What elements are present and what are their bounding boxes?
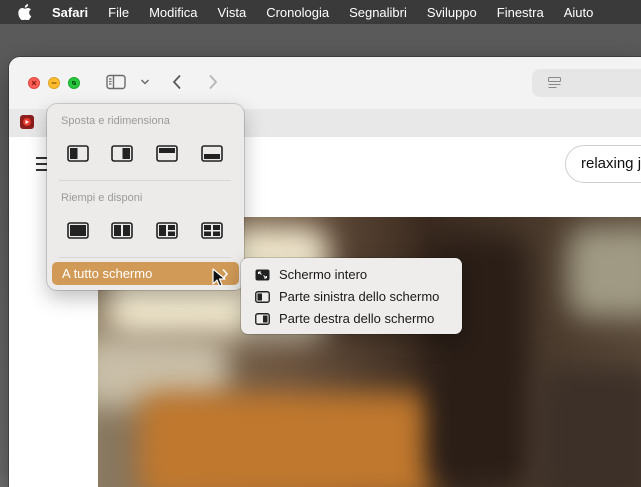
menu-sviluppo[interactable]: Sviluppo: [427, 5, 477, 20]
menu-file[interactable]: File: [108, 5, 129, 20]
chevron-down-icon[interactable]: [139, 76, 151, 88]
right-half-icon: [255, 312, 270, 325]
back-icon[interactable]: [169, 72, 185, 92]
menu-finestra[interactable]: Finestra: [497, 5, 544, 20]
tile-top-half-button[interactable]: [156, 145, 178, 162]
divider: [59, 180, 231, 181]
menu-bar: Safari File Modifica Vista Cronologia Se…: [0, 0, 641, 24]
left-half-icon: [255, 290, 270, 303]
tile-bottom-half-button[interactable]: [201, 145, 223, 162]
search-input[interactable]: relaxing j: [565, 145, 641, 183]
tile-left-half-button[interactable]: [67, 145, 89, 162]
forward-icon[interactable]: [205, 72, 221, 92]
menu-modifica[interactable]: Modifica: [149, 5, 197, 20]
divider: [59, 257, 231, 258]
submenu-item-left-half[interactable]: Parte sinistra dello schermo: [255, 285, 439, 307]
menu-cronologia[interactable]: Cronologia: [266, 5, 329, 20]
reader-icon: [548, 77, 561, 88]
menu-vista[interactable]: Vista: [218, 5, 247, 20]
fullscreen-submenu: Schermo intero Parte sinistra dello sche…: [241, 258, 462, 334]
arrange-two-columns-button[interactable]: [111, 222, 133, 239]
fullscreen-menu-item[interactable]: A tutto schermo: [52, 262, 239, 285]
window-toolbar: [9, 57, 641, 109]
move-resize-label: Sposta e ridimensiona: [61, 115, 170, 127]
zoom-window-button[interactable]: [68, 77, 80, 89]
fill-full-button[interactable]: [67, 222, 89, 239]
sidebar-icon[interactable]: [105, 73, 127, 91]
submenu-item-right-half[interactable]: Parte destra dello schermo: [255, 307, 434, 329]
arrange-four-quadrants-button[interactable]: [201, 222, 223, 239]
submenu-item-fullscreen[interactable]: Schermo intero: [255, 263, 367, 285]
menu-safari[interactable]: Safari: [52, 5, 88, 20]
menu-aiuto[interactable]: Aiuto: [564, 5, 594, 20]
close-window-button[interactable]: [28, 77, 40, 89]
arrange-three-panes-button[interactable]: [156, 222, 178, 239]
apple-logo-icon[interactable]: [18, 4, 34, 20]
fullscreen-label: A tutto schermo: [62, 266, 153, 281]
minimize-window-button[interactable]: [48, 77, 60, 89]
fill-arrange-label: Riempi e disponi: [61, 192, 143, 204]
site-favicon-icon[interactable]: [20, 115, 34, 129]
tile-right-half-button[interactable]: [111, 145, 133, 162]
mouse-cursor-icon: [212, 268, 226, 293]
address-bar[interactable]: [532, 69, 641, 97]
window-tiling-popover: Sposta e ridimensiona Riempi e disponi A…: [47, 104, 244, 290]
menu-segnalibri[interactable]: Segnalibri: [349, 5, 407, 20]
enter-fullscreen-icon: [255, 268, 270, 281]
